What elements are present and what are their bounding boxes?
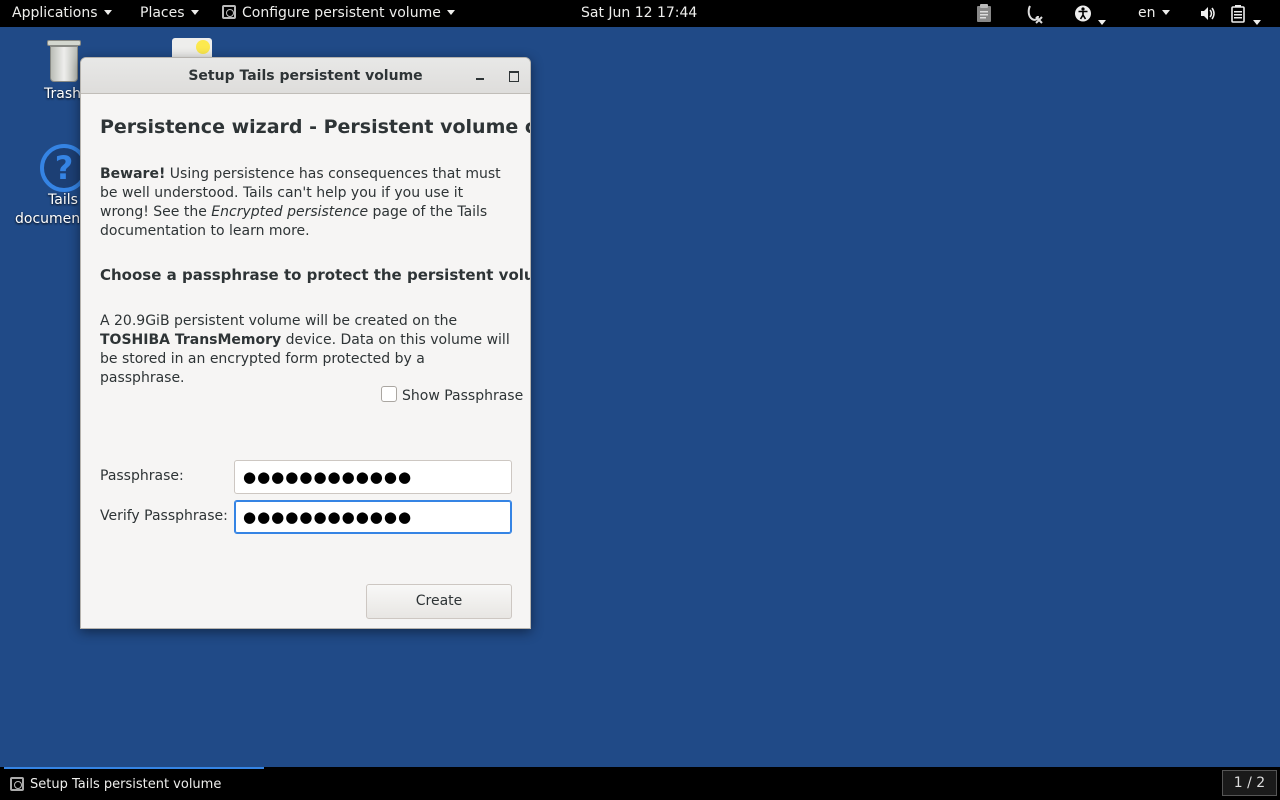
passphrase-field[interactable]: ●●●●●●●●●●●● — [234, 460, 512, 494]
warning-text: Beware! Using persistence has consequenc… — [100, 165, 512, 241]
wizard-heading: Persistence wizard - Persistent volume c… — [100, 116, 530, 138]
chevron-down-icon — [1098, 19, 1106, 25]
chevron-down-icon — [190, 9, 199, 15]
window-titlebar[interactable]: Setup Tails persistent volume — [81, 58, 530, 94]
passphrase-subheading: Choose a passphrase to protect the persi… — [100, 266, 531, 284]
chevron-down-icon — [103, 9, 112, 15]
clock[interactable]: Sat Jun 12 17:44 — [581, 0, 697, 27]
warning-bold: Beware! — [100, 166, 166, 182]
system-menu[interactable] — [1199, 0, 1262, 27]
battery-icon — [1231, 5, 1246, 23]
verify-passphrase-field[interactable]: ●●●●●●●●●●●● — [234, 500, 512, 534]
keyboard-language-menu[interactable]: en — [1138, 0, 1170, 27]
places-menu[interactable]: Places — [140, 0, 199, 27]
minimize-button[interactable] — [471, 67, 489, 85]
workspace-switcher[interactable]: 1 / 2 — [1222, 770, 1277, 796]
applications-menu-label: Applications — [12, 5, 98, 21]
chevron-down-icon — [1253, 19, 1262, 25]
persistence-app-icon — [222, 5, 236, 19]
persistence-app-icon — [10, 776, 24, 791]
clipboard-icon[interactable] — [975, 0, 993, 27]
places-menu-label: Places — [140, 5, 185, 21]
encrypted-persistence-link[interactable]: Encrypted persistence — [211, 204, 368, 220]
applications-menu[interactable]: Applications — [12, 0, 112, 27]
passphrase-label: Passphrase: — [100, 468, 184, 484]
show-passphrase-label: Show Passphrase — [402, 388, 524, 404]
setup-persistence-window: Setup Tails persistent volume Persistenc… — [80, 57, 531, 629]
device-name: TOSHIBA TransMemory — [100, 332, 282, 348]
show-passphrase-checkbox[interactable]: Show Passphrase — [381, 386, 524, 405]
active-app-menu[interactable]: Configure persistent volume — [222, 0, 455, 27]
trash-label: Trash — [44, 86, 81, 102]
volume-description: A 20.9GiB persistent volume will be crea… — [100, 312, 512, 388]
clock-label: Sat Jun 12 17:44 — [581, 5, 698, 21]
window-title: Setup Tails persistent volume — [188, 68, 423, 84]
help-label-line1: Tails — [48, 192, 78, 208]
chevron-down-icon — [1161, 9, 1170, 15]
checkbox-box[interactable] — [381, 386, 397, 402]
description-part1: A 20.9GiB persistent volume will be crea… — [100, 313, 458, 329]
create-button[interactable]: Create — [366, 584, 512, 619]
bottom-panel: Setup Tails persistent volume 1 / 2 — [0, 767, 1280, 800]
verify-passphrase-label: Verify Passphrase: — [100, 508, 228, 524]
accessibility-icon — [1075, 5, 1091, 22]
volume-icon — [1201, 7, 1215, 20]
top-panel: Applications Places Configure persistent… — [0, 0, 1280, 27]
window-content: Persistence wizard - Persistent volume c… — [81, 94, 530, 628]
tor-status-icon[interactable] — [1024, 0, 1044, 27]
taskbar-window-label: Setup Tails persistent volume — [30, 777, 222, 792]
taskbar-window-item[interactable]: Setup Tails persistent volume — [4, 767, 264, 800]
chevron-down-icon — [446, 9, 455, 15]
trash-icon — [47, 40, 81, 82]
maximize-button[interactable] — [505, 67, 523, 85]
language-label: en — [1138, 5, 1156, 21]
accessibility-menu[interactable] — [1074, 0, 1106, 27]
active-app-label: Configure persistent volume — [242, 5, 441, 21]
